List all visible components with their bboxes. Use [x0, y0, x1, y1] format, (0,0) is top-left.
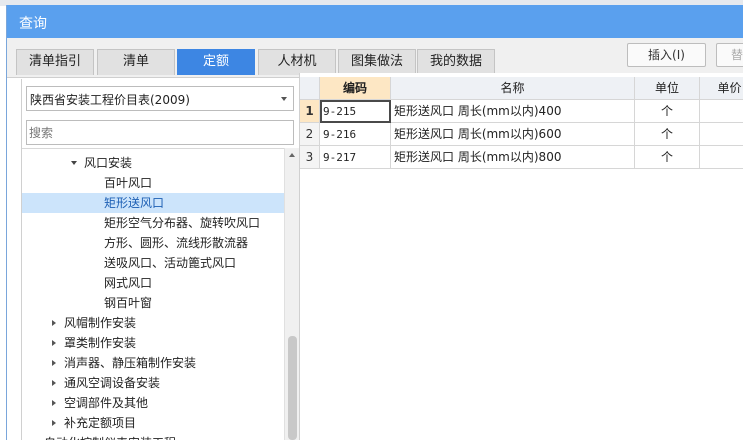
cell-price[interactable]: [700, 100, 743, 123]
dialog-title: 查询: [19, 16, 47, 32]
tree-node-label: 矩形空气分布器、旋转吹风口: [104, 216, 261, 230]
table-corner: [300, 77, 320, 100]
tree-node-label: 风口安装: [84, 156, 133, 170]
cell-name[interactable]: 矩形送风口 周长(mm以内)800: [391, 146, 635, 169]
tree-node[interactable]: 空调部件及其他: [22, 393, 284, 413]
cell-unit[interactable]: 个: [635, 146, 700, 169]
tree-node-label: 矩形送风口: [104, 196, 165, 210]
tree-node-label: 通风空调设备安装: [64, 376, 161, 390]
cell-price[interactable]: [700, 146, 743, 169]
tree-node-label: 百叶风口: [104, 176, 153, 190]
tree-node-label: 自动化控制仪表安装工程: [44, 433, 176, 440]
title-bar[interactable]: 查询: [7, 5, 743, 38]
library-select-value: 陕西省安装工程价目表(2009): [30, 93, 190, 107]
header-price[interactable]: 单价: [700, 77, 743, 100]
chevron-down-icon: [281, 97, 287, 101]
tree-node-label: 方形、圆形、流线形散流器: [104, 236, 249, 250]
collapsed-arrow-icon[interactable]: [52, 360, 56, 366]
tree-node[interactable]: 方形、圆形、流线形散流器: [22, 233, 284, 253]
tree-node-label: 空调部件及其他: [64, 396, 149, 410]
collapsed-arrow-icon[interactable]: [52, 340, 56, 346]
tree-node[interactable]: 风口安装: [22, 153, 284, 173]
cell-unit[interactable]: 个: [635, 123, 700, 146]
cell-name[interactable]: 矩形送风口 周长(mm以内)400: [391, 100, 635, 123]
quota-tree-panel: 陕西省安装工程价目表(2009) 风口安装百叶风口矩形送风口矩形空气分布器、旋转…: [21, 79, 300, 440]
tree-node[interactable]: 自动化控制仪表安装工程: [22, 433, 284, 440]
tab-bill-guide[interactable]: 清单指引: [16, 49, 94, 75]
tree-node[interactable]: 钢百叶窗: [22, 293, 284, 313]
scrollbar-thumb[interactable]: [288, 336, 297, 440]
tree-node[interactable]: 百叶风口: [22, 173, 284, 193]
cell-name[interactable]: 矩形送风口 周长(mm以内)600: [391, 123, 635, 146]
tree-node-label: 网式风口: [104, 276, 153, 290]
collapsed-arrow-icon[interactable]: [52, 420, 56, 426]
row-number[interactable]: 3: [300, 146, 320, 169]
replace-button[interactable]: 替: [716, 43, 743, 67]
tree-node-label: 补充定额项目: [64, 416, 137, 430]
tree-node-label: 钢百叶窗: [104, 296, 153, 310]
tree-node-label: 送吸风口、活动篦式风口: [104, 256, 237, 270]
query-dialog: 查询 清单指引 清单 定额 人材机 图集做法 我的数据 插入(I) 替 陕西省安…: [6, 5, 743, 440]
cell-price[interactable]: [700, 123, 743, 146]
header-unit[interactable]: 单位: [635, 77, 700, 100]
search-input[interactable]: [26, 120, 294, 145]
quota-tree: 风口安装百叶风口矩形送风口矩形空气分布器、旋转吹风口 方形、圆形、流线形散流器 送吸…: [22, 148, 284, 440]
cell-code[interactable]: 9-216: [320, 123, 391, 146]
collapsed-arrow-icon[interactable]: [52, 320, 56, 326]
library-select[interactable]: 陕西省安装工程价目表(2009): [26, 86, 294, 111]
tree-node[interactable]: 矩形送风口: [22, 193, 284, 213]
tree-node[interactable]: 送吸风口、活动篦式风口: [22, 253, 284, 273]
quota-table: 编码 名称 单位 单价 1 9-215 矩形送风口 周长(mm以内)400 个 2 9-216 矩形…: [299, 73, 743, 440]
tree-scrollbar[interactable]: [284, 148, 300, 440]
cell-unit[interactable]: 个: [635, 100, 700, 123]
tree-node[interactable]: 矩形空气分布器、旋转吹风口: [22, 213, 284, 233]
tree-node[interactable]: 通风空调设备安装: [22, 373, 284, 393]
tab-bill[interactable]: 清单: [97, 49, 175, 75]
tree-node[interactable]: 罩类制作安装: [22, 333, 284, 353]
cell-code[interactable]: 9-215: [320, 100, 391, 123]
row-number[interactable]: 2: [300, 123, 320, 146]
tab-quota[interactable]: 定额: [177, 49, 255, 75]
tree-node-label: 罩类制作安装: [64, 336, 137, 350]
collapsed-arrow-icon[interactable]: [52, 380, 56, 386]
tab-my-data[interactable]: 我的数据: [417, 49, 495, 75]
collapsed-arrow-icon[interactable]: [52, 400, 56, 406]
tree-node-label: 风帽制作安装: [64, 316, 137, 330]
insert-button[interactable]: 插入(I): [627, 43, 706, 67]
row-number[interactable]: 1: [300, 100, 320, 123]
cell-code[interactable]: 9-217: [320, 146, 391, 169]
tab-labor-material-machine[interactable]: 人材机: [258, 49, 336, 75]
tree-node[interactable]: 消声器、静压箱制作安装: [22, 353, 284, 373]
tree-node-label: 消声器、静压箱制作安装: [64, 356, 197, 370]
tree-node[interactable]: 风帽制作安装: [22, 313, 284, 333]
header-name[interactable]: 名称: [391, 77, 635, 100]
scroll-up-icon[interactable]: [289, 153, 295, 157]
header-code[interactable]: 编码: [320, 77, 391, 100]
tree-node[interactable]: 补充定额项目: [22, 413, 284, 433]
expanded-arrow-icon[interactable]: [71, 161, 77, 165]
tree-node[interactable]: 网式风口: [22, 273, 284, 293]
tab-atlas-method[interactable]: 图集做法: [338, 49, 416, 75]
